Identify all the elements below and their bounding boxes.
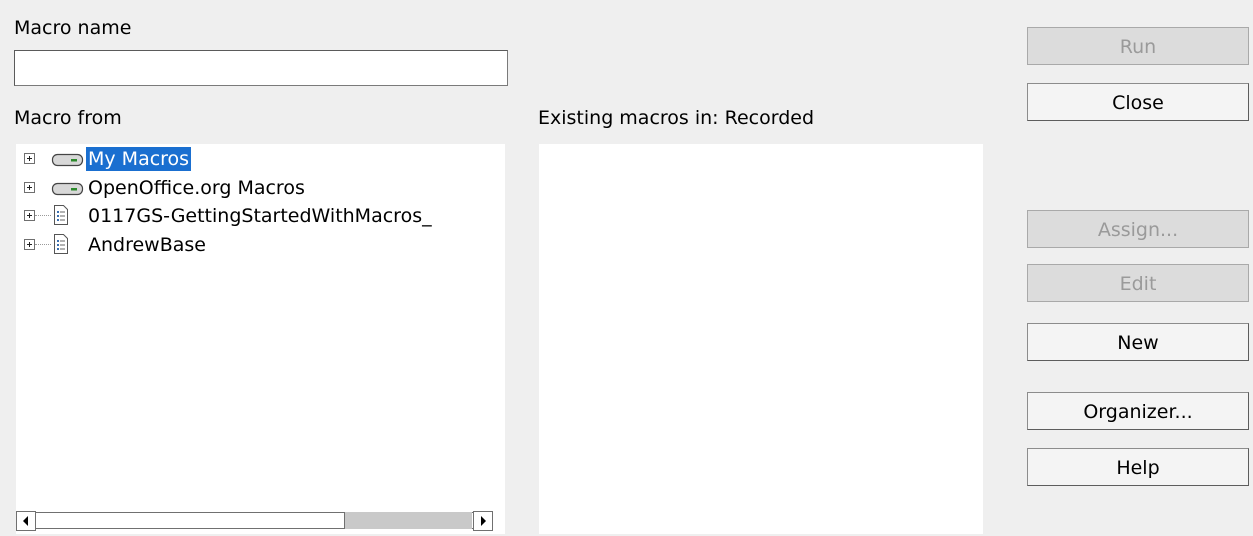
tree-item-document[interactable]: 0117GS-GettingStartedWithMacros_ <box>16 202 505 230</box>
document-icon <box>54 234 68 254</box>
tree-item-label: OpenOffice.org Macros <box>88 177 305 199</box>
assign-button[interactable]: Assign... <box>1027 210 1249 248</box>
scroll-right-icon[interactable] <box>473 511 493 531</box>
document-icon <box>54 205 68 225</box>
macro-name-label: Macro name <box>14 17 132 39</box>
edit-button[interactable]: Edit <box>1027 264 1249 302</box>
tree-item-andrewbase[interactable]: AndrewBase <box>16 231 505 259</box>
close-button[interactable]: Close <box>1027 83 1249 121</box>
tree-item-my-macros[interactable]: My Macros <box>16 145 505 173</box>
run-button[interactable]: Run <box>1027 27 1249 65</box>
expand-icon[interactable] <box>24 239 35 250</box>
scroll-left-icon[interactable] <box>16 511 36 531</box>
existing-macros-label: Existing macros in: Recorded <box>538 107 815 129</box>
organizer-button[interactable]: Organizer... <box>1027 392 1249 430</box>
drive-icon <box>51 182 84 196</box>
tree-item-label: AndrewBase <box>88 234 206 256</box>
help-button[interactable]: Help <box>1027 448 1249 486</box>
horizontal-scrollbar[interactable] <box>16 508 505 534</box>
tree-item-label: 0117GS-GettingStartedWithMacros_ <box>88 205 432 227</box>
tree-item-label: My Macros <box>86 147 192 171</box>
expand-icon[interactable] <box>24 182 35 193</box>
macro-name-input[interactable] <box>14 50 508 86</box>
macro-library-tree[interactable]: My Macros OpenOffice.org Macros 0117GS-G… <box>16 144 505 534</box>
scrollbar-thumb[interactable] <box>344 512 472 529</box>
expand-icon[interactable] <box>24 210 35 221</box>
new-button[interactable]: New <box>1027 323 1249 361</box>
tree-item-openoffice-macros[interactable]: OpenOffice.org Macros <box>16 174 505 202</box>
expand-icon[interactable] <box>24 153 35 164</box>
existing-macros-list[interactable] <box>539 144 983 534</box>
macro-from-label: Macro from <box>14 107 122 129</box>
